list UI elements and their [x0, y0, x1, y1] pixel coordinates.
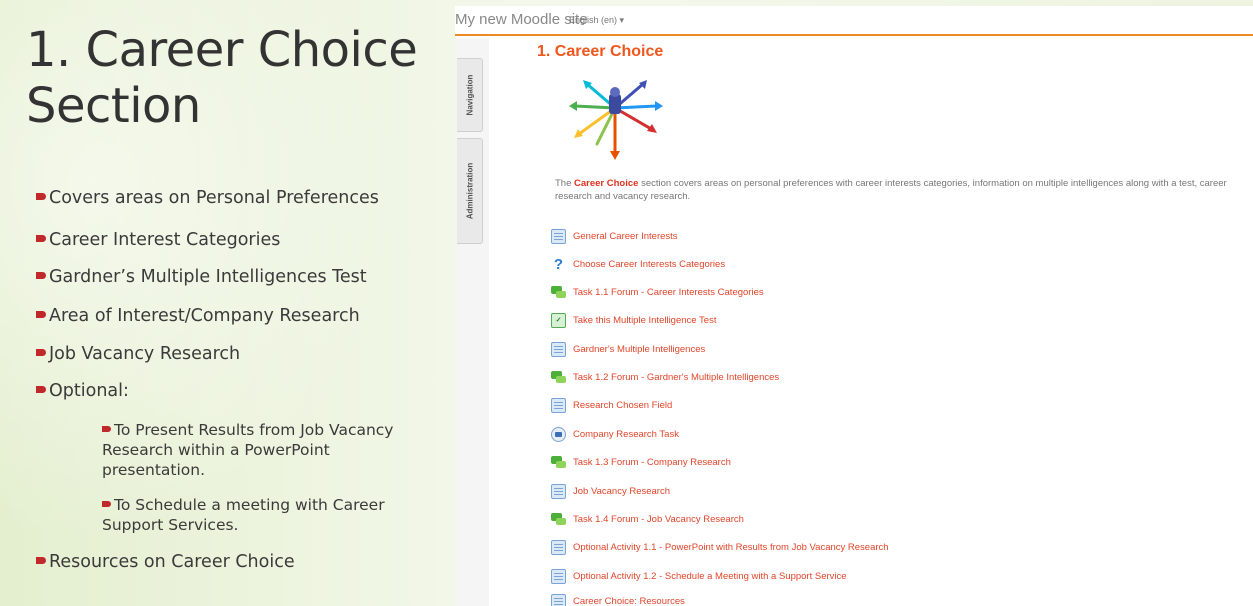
bullet-item: Optional: [36, 381, 129, 401]
activity-link[interactable]: Gardner's Multiple Intelligences [551, 340, 705, 358]
activity-link[interactable]: ✓ Take this Multiple Intelligence Test [551, 311, 716, 329]
bullet-marker-icon [36, 310, 46, 318]
bullet-marker-icon [36, 234, 46, 242]
forum-icon [551, 512, 566, 527]
administration-block-tab[interactable]: Administration [457, 138, 483, 244]
bullet-item: Job Vacancy Research [36, 344, 240, 364]
section-title: 1. Career Choice [537, 43, 664, 60]
navigation-block-tab[interactable]: Navigation [457, 58, 483, 132]
moodle-header: My new Moodle site English (en) ▾ [455, 6, 1253, 36]
page-icon [551, 397, 566, 413]
activity-link[interactable]: Task 1.3 Forum - Company Research [551, 453, 731, 471]
page-icon [551, 341, 566, 357]
bullet-item: Resources on Career Choice [36, 552, 295, 572]
sub-bullet-item: To Schedule a meeting with Career Suppor… [102, 496, 385, 534]
page-icon [551, 228, 566, 244]
bullet-marker-icon [36, 192, 46, 200]
bullet-item: Gardner’s Multiple Intelligences Test [36, 267, 367, 287]
url-icon [551, 426, 566, 442]
forum-icon [551, 285, 566, 300]
test-icon: ✓ [551, 312, 566, 328]
activity-link[interactable]: Task 1.2 Forum - Gardner's Multiple Inte… [551, 368, 779, 386]
moodle-course-view: My new Moodle site English (en) ▾ Naviga… [455, 6, 1253, 606]
quiz-icon: ? [553, 255, 564, 273]
bullet-item: Area of Interest/Company Research [36, 306, 360, 326]
bullet-marker-icon [36, 556, 46, 564]
bullet-marker-icon [102, 425, 111, 432]
language-menu[interactable]: English (en) ▾ [569, 15, 624, 26]
block-dock: Navigation Administration ▫ [455, 38, 489, 606]
activity-link[interactable]: ? Choose Career Interests Categories [551, 255, 725, 273]
activity-link[interactable]: Company Research Task [551, 425, 679, 443]
sub-bullet-item: To Present Results from Job Vacancy Rese… [102, 421, 394, 479]
forum-icon [551, 455, 566, 470]
bullet-marker-icon [36, 271, 46, 279]
bullet-item: Covers areas on Personal Preferences [36, 188, 379, 208]
activity-link[interactable]: Job Vacancy Research [551, 482, 670, 500]
forum-icon [551, 370, 566, 385]
bullet-item: Career Interest Categories [36, 230, 280, 250]
bullet-marker-icon [102, 500, 111, 507]
page-icon [551, 568, 566, 584]
activity-link[interactable]: Optional Activity 1.1 - PowerPoint with … [551, 538, 889, 556]
page-icon [551, 483, 566, 499]
activity-link[interactable]: Research Chosen Field [551, 396, 672, 414]
activity-link[interactable]: General Career Interests [551, 227, 678, 245]
section-summary: The Career Choice section covers areas o… [555, 178, 1227, 202]
activity-link[interactable]: Career Choice: Resources [551, 592, 685, 606]
bullet-marker-icon [36, 348, 46, 356]
slide-panel: 1. Career Choice Section Covers areas on… [0, 0, 455, 606]
slide-title: 1. Career Choice Section [26, 22, 418, 134]
activity-link[interactable]: Optional Activity 1.2 - Schedule a Meeti… [551, 567, 847, 585]
activity-link[interactable]: Task 1.1 Forum - Career Interests Catego… [551, 283, 764, 301]
page-icon [551, 539, 566, 555]
site-name-link[interactable]: My new Moodle site [455, 11, 588, 28]
activity-link[interactable]: Task 1.4 Forum - Job Vacancy Research [551, 510, 744, 528]
page-icon [551, 593, 566, 606]
bullet-marker-icon [36, 385, 46, 393]
career-compass-image [569, 80, 663, 160]
